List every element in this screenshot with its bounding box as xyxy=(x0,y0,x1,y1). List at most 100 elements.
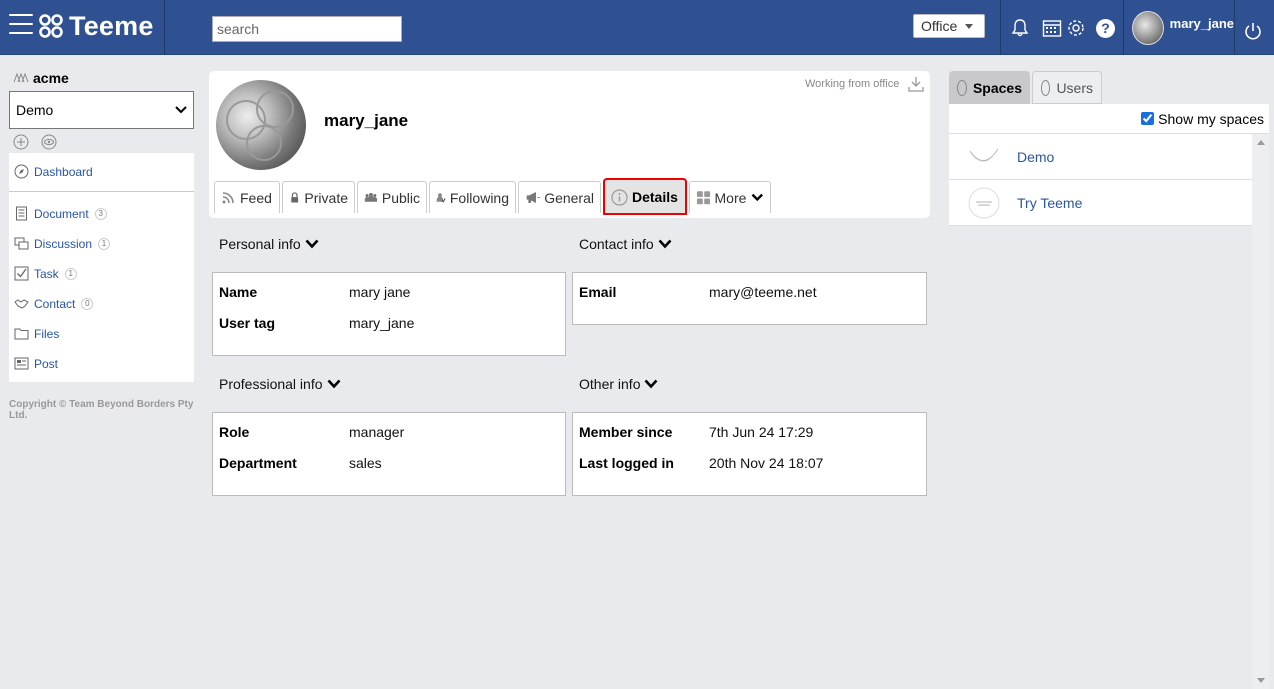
user-menu[interactable]: mary_jane xyxy=(1124,0,1234,55)
tab-feed[interactable]: Feed xyxy=(214,181,280,213)
sidebar-item-label: Document xyxy=(34,206,89,221)
info-label: User tag xyxy=(219,315,276,331)
space-thumbnail xyxy=(968,187,1000,218)
info-label: Name xyxy=(219,284,258,300)
checkbox-icon xyxy=(14,266,29,281)
tab-more[interactable]: More xyxy=(689,181,771,213)
power-icon[interactable] xyxy=(1243,21,1263,41)
user-icon xyxy=(1041,79,1051,96)
help-icon[interactable]: ? xyxy=(1096,19,1115,38)
info-label: Email xyxy=(579,284,617,300)
add-icon[interactable] xyxy=(13,134,29,150)
sidebar-item-post[interactable]: Post xyxy=(14,356,58,371)
user-follow-icon xyxy=(436,193,446,203)
personal-info-box: Name mary jane User tag mary_jane xyxy=(212,272,566,356)
sidebar-item-files[interactable]: Files xyxy=(14,326,59,341)
tab-label: Users xyxy=(1056,79,1093,96)
sidebar-nav: Dashboard Document 3 Discussion 1 Task 1… xyxy=(9,153,194,382)
handshake-icon xyxy=(14,299,29,309)
info-value: mary_jane xyxy=(349,315,415,331)
tab-label: Spaces xyxy=(972,79,1022,96)
space-select[interactable]: Demo xyxy=(9,91,194,129)
work-status: Working from office xyxy=(805,78,900,90)
info-label: Member since xyxy=(579,424,673,440)
info-value: 7th Jun 24 17:29 xyxy=(709,424,814,440)
section-contact-info[interactable]: Contact info xyxy=(579,236,672,252)
tab-following[interactable]: Following xyxy=(429,181,516,213)
calendar-icon[interactable] xyxy=(1042,18,1062,38)
tab-label: Details xyxy=(632,189,678,205)
info-row-department: Department sales xyxy=(219,455,382,471)
space-item-demo[interactable]: Demo xyxy=(949,134,1252,180)
divider xyxy=(1234,0,1235,55)
rss-icon xyxy=(222,192,234,204)
group-icon xyxy=(364,192,378,202)
download-icon[interactable] xyxy=(908,76,924,92)
info-value: mary jane xyxy=(349,284,411,300)
other-info-box: Member since 7th Jun 24 17:29 Last logge… xyxy=(572,412,927,496)
sidebar-item-document[interactable]: Document 3 xyxy=(14,206,107,221)
info-label: Last logged in xyxy=(579,455,674,471)
info-row-name: Name mary jane xyxy=(219,284,410,300)
info-label: Role xyxy=(219,424,250,440)
compass-icon xyxy=(14,164,29,179)
top-bar: Teeme Office ? mary_jane xyxy=(0,0,1274,55)
org-header: acme xyxy=(13,70,69,86)
tab-spaces[interactable]: Spaces xyxy=(949,71,1030,104)
profile-photo xyxy=(216,80,306,170)
bell-icon[interactable] xyxy=(1010,18,1030,38)
teeme-logo-icon xyxy=(39,14,63,38)
gear-icon[interactable] xyxy=(1066,18,1086,38)
sidebar-item-discussion[interactable]: Discussion 1 xyxy=(14,236,111,251)
search-input[interactable] xyxy=(212,16,402,42)
sidebar-item-dashboard[interactable]: Dashboard xyxy=(14,164,93,179)
tab-label: More xyxy=(714,189,747,206)
tab-general[interactable]: General xyxy=(518,181,601,213)
section-other-info[interactable]: Other info xyxy=(579,376,658,392)
megaphone-icon xyxy=(526,192,540,203)
tab-details[interactable]: Details xyxy=(603,178,687,215)
sidebar-item-task[interactable]: Task 1 xyxy=(14,266,77,281)
copyright: Copyright © Team Beyond Borders Pty Ltd. xyxy=(9,399,194,421)
scroll-down-icon[interactable] xyxy=(1257,678,1265,683)
section-professional-info[interactable]: Professional info xyxy=(219,376,341,392)
info-row-last-logged-in: Last logged in 20th Nov 24 18:07 xyxy=(579,455,823,471)
user-name: mary_jane xyxy=(1169,16,1234,31)
hamburger-menu-icon[interactable] xyxy=(9,14,33,36)
app-logo[interactable]: Teeme xyxy=(38,10,154,42)
space-select-value: Demo xyxy=(16,102,54,118)
tab-label: Public xyxy=(381,189,420,206)
count-badge: 1 xyxy=(64,267,77,280)
sidebar-item-contact[interactable]: Contact 0 xyxy=(14,296,94,311)
space-item-try-teeme[interactable]: Try Teeme xyxy=(949,180,1252,226)
sidebar-item-label: Files xyxy=(34,326,60,341)
show-my-spaces-label: Show my spaces xyxy=(1158,110,1264,127)
sidebar-item-label: Dashboard xyxy=(34,164,93,179)
scroll-up-icon[interactable] xyxy=(1257,140,1265,145)
tab-public[interactable]: Public xyxy=(357,181,427,213)
sidebar-item-label: Post xyxy=(34,356,59,371)
info-row-user-tag: User tag mary_jane xyxy=(219,315,414,331)
section-personal-info[interactable]: Personal info xyxy=(219,236,319,252)
show-my-spaces-toggle[interactable]: Show my spaces xyxy=(949,104,1269,134)
profile-card: mary_jane Working from office Feed Priva… xyxy=(209,71,930,218)
show-my-spaces-checkbox[interactable] xyxy=(1141,112,1155,125)
count-badge: 0 xyxy=(81,297,94,310)
section-title: Personal info xyxy=(219,236,301,252)
section-title: Contact info xyxy=(579,236,654,252)
space-label: Try Teeme xyxy=(1017,194,1083,211)
chevron-down-icon xyxy=(645,379,658,389)
info-row-member-since: Member since 7th Jun 24 17:29 xyxy=(579,424,813,440)
count-badge: 1 xyxy=(98,237,111,250)
view-icon[interactable] xyxy=(41,134,57,150)
chevron-down-icon xyxy=(658,239,672,249)
chevron-down-icon xyxy=(175,106,187,114)
org-icon xyxy=(13,72,29,83)
office-select[interactable]: Office xyxy=(913,14,985,38)
tab-private[interactable]: Private xyxy=(282,181,355,213)
chevron-down-icon xyxy=(327,379,340,389)
scrollbar[interactable] xyxy=(1252,134,1269,689)
space-label: Demo xyxy=(1017,148,1055,165)
tab-users[interactable]: Users xyxy=(1032,71,1102,104)
chevron-down-icon xyxy=(305,239,319,249)
